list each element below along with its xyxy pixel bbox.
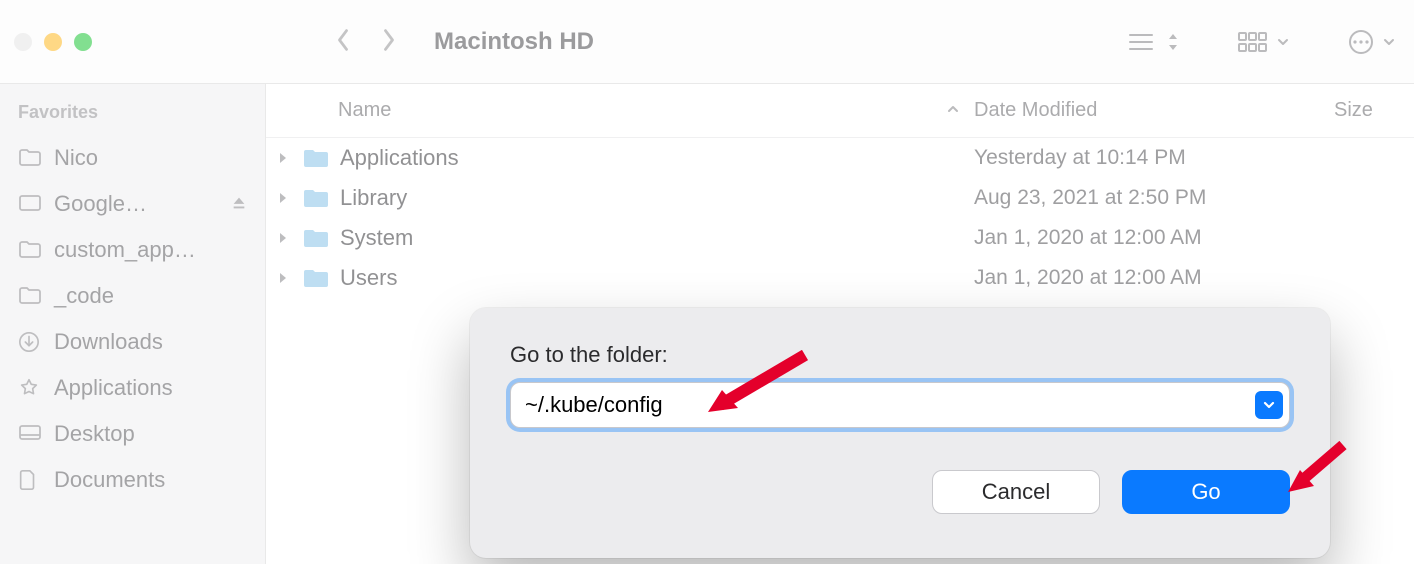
back-button[interactable] bbox=[336, 28, 354, 56]
sidebar-item-desktop[interactable]: Desktop bbox=[10, 411, 255, 457]
file-name: Applications bbox=[340, 145, 459, 171]
file-row[interactable]: Users Jan 1, 2020 at 12:00 AM bbox=[266, 258, 1414, 298]
sidebar: Favorites Nico Google… custom_app… bbox=[0, 84, 266, 564]
column-size-header[interactable]: Size bbox=[1334, 99, 1394, 122]
applications-icon bbox=[18, 377, 42, 399]
sidebar-item-documents[interactable]: Documents bbox=[10, 457, 255, 503]
go-to-folder-sheet: Go to the folder: Cancel Go bbox=[470, 308, 1330, 558]
sidebar-item-downloads[interactable]: Downloads bbox=[10, 319, 255, 365]
folder-icon bbox=[18, 239, 42, 261]
file-name: Users bbox=[340, 265, 397, 291]
window-zoom-button[interactable] bbox=[74, 33, 92, 51]
file-row[interactable]: System Jan 1, 2020 at 12:00 AM bbox=[266, 218, 1414, 258]
sidebar-item-label: Desktop bbox=[54, 421, 135, 447]
action-menu-button[interactable] bbox=[1348, 29, 1396, 55]
window-toolbar: Macintosh HD bbox=[0, 0, 1414, 84]
file-date: Jan 1, 2020 at 12:00 AM bbox=[974, 226, 1334, 250]
file-row[interactable]: Library Aug 23, 2021 at 2:50 PM bbox=[266, 178, 1414, 218]
go-button[interactable]: Go bbox=[1122, 470, 1290, 514]
file-date: Aug 23, 2021 at 2:50 PM bbox=[974, 186, 1334, 210]
folder-icon bbox=[302, 147, 330, 169]
view-list-button[interactable] bbox=[1128, 31, 1180, 53]
sidebar-item-label: _code bbox=[54, 283, 114, 309]
desktop-icon bbox=[18, 423, 42, 445]
sort-ascending-icon[interactable] bbox=[946, 99, 960, 122]
sidebar-section-header: Favorites bbox=[10, 96, 255, 135]
file-date: Yesterday at 10:14 PM bbox=[974, 146, 1334, 170]
folder-icon bbox=[18, 147, 42, 169]
file-name: Library bbox=[340, 185, 407, 211]
disclosure-triangle-icon[interactable] bbox=[278, 265, 292, 291]
eject-icon[interactable] bbox=[231, 191, 247, 217]
window-minimize-button[interactable] bbox=[44, 33, 62, 51]
folder-icon bbox=[302, 267, 330, 289]
forward-button[interactable] bbox=[382, 28, 400, 56]
column-name-header[interactable]: Name bbox=[338, 99, 391, 122]
download-icon bbox=[18, 331, 42, 353]
sidebar-item-label: custom_app… bbox=[54, 237, 196, 263]
drive-icon bbox=[18, 193, 42, 215]
traffic-lights bbox=[14, 33, 92, 51]
view-group-button[interactable] bbox=[1238, 31, 1290, 53]
sidebar-item-google[interactable]: Google… bbox=[10, 181, 255, 227]
path-combobox[interactable] bbox=[510, 382, 1290, 428]
document-icon bbox=[18, 469, 42, 491]
sidebar-item-applications[interactable]: Applications bbox=[10, 365, 255, 411]
disclosure-triangle-icon[interactable] bbox=[278, 225, 292, 251]
go-button-label: Go bbox=[1191, 479, 1220, 505]
column-date-header[interactable]: Date Modified bbox=[974, 99, 1334, 122]
folder-icon bbox=[18, 285, 42, 307]
window-close-button[interactable] bbox=[14, 33, 32, 51]
folder-icon bbox=[302, 227, 330, 249]
disclosure-triangle-icon[interactable] bbox=[278, 145, 292, 171]
path-input[interactable] bbox=[525, 392, 1255, 418]
cancel-button[interactable]: Cancel bbox=[932, 470, 1100, 514]
sidebar-item-nico[interactable]: Nico bbox=[10, 135, 255, 181]
cancel-button-label: Cancel bbox=[982, 479, 1050, 505]
file-date: Jan 1, 2020 at 12:00 AM bbox=[974, 266, 1334, 290]
sidebar-item-label: Downloads bbox=[54, 329, 163, 355]
sidebar-item-code[interactable]: _code bbox=[10, 273, 255, 319]
sidebar-item-custom-app[interactable]: custom_app… bbox=[10, 227, 255, 273]
file-name: System bbox=[340, 225, 413, 251]
file-row[interactable]: Applications Yesterday at 10:14 PM bbox=[266, 138, 1414, 178]
disclosure-triangle-icon[interactable] bbox=[278, 185, 292, 211]
column-headers: Name Date Modified Size bbox=[266, 84, 1414, 138]
sidebar-item-label: Nico bbox=[54, 145, 98, 171]
sidebar-item-label: Documents bbox=[54, 467, 165, 493]
folder-icon bbox=[302, 187, 330, 209]
sidebar-item-label: Google… bbox=[54, 191, 147, 217]
window-title: Macintosh HD bbox=[434, 28, 594, 56]
sidebar-item-label: Applications bbox=[54, 375, 173, 401]
sheet-prompt-label: Go to the folder: bbox=[510, 342, 1290, 368]
nav-back-forward bbox=[336, 28, 400, 56]
dropdown-toggle[interactable] bbox=[1255, 391, 1283, 419]
